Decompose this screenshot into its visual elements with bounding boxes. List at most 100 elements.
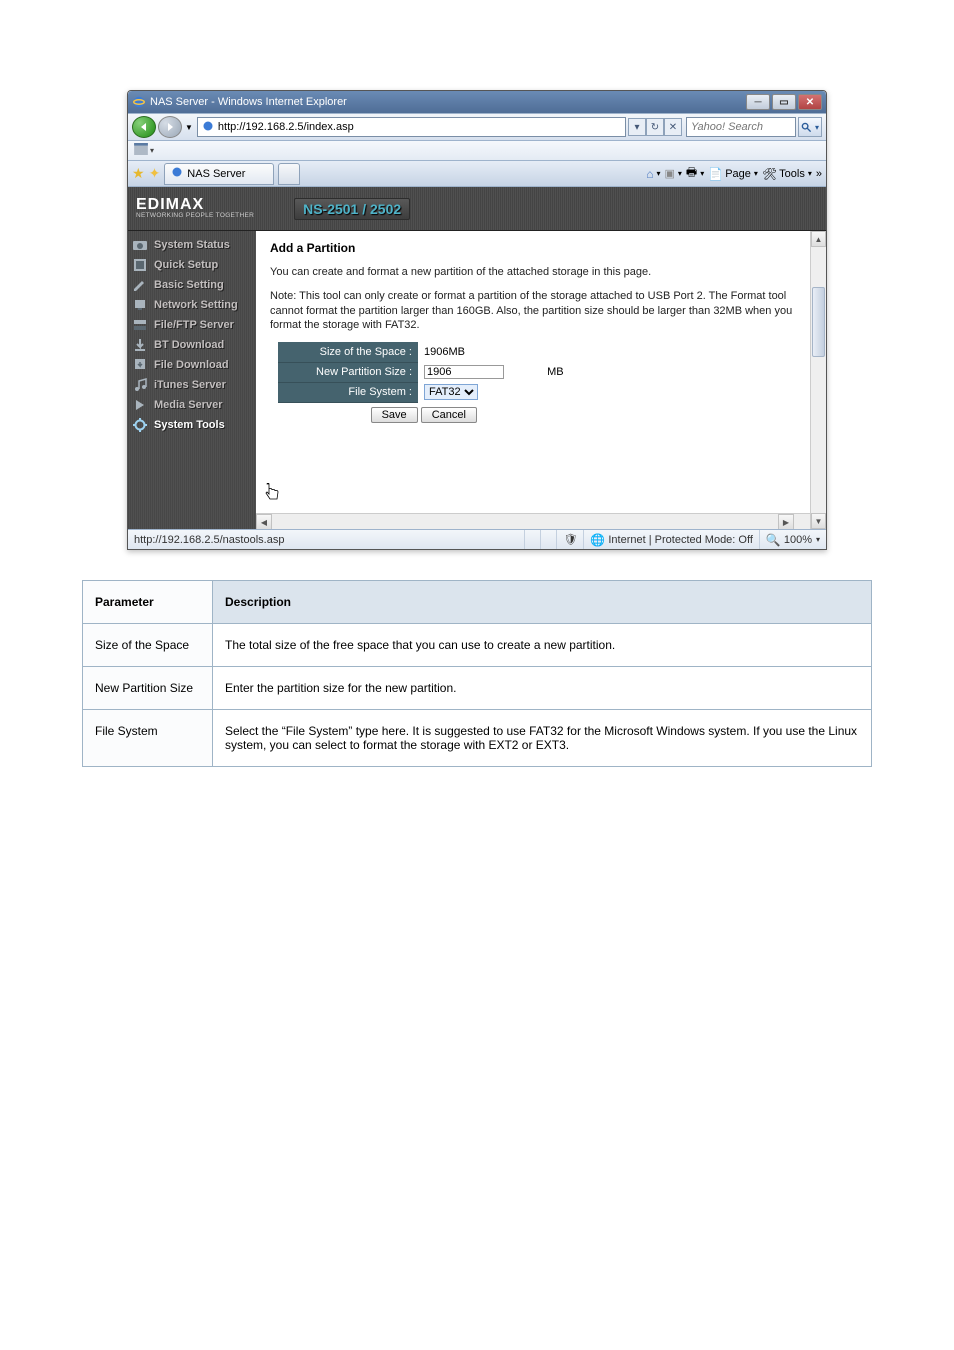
- media-icon: [132, 397, 148, 413]
- sidebar-item-label: Basic Setting: [154, 279, 224, 291]
- size-of-space-value: 1906MB: [418, 342, 570, 362]
- server-icon: [132, 317, 148, 333]
- sidebar-item-media[interactable]: Media Server: [128, 395, 256, 415]
- dashboard-icon: [132, 237, 148, 253]
- scroll-left-arrow[interactable]: ◀: [256, 514, 272, 529]
- ie-icon: [132, 95, 146, 109]
- search-button[interactable]: ▾: [798, 117, 822, 137]
- network-icon: [132, 297, 148, 313]
- maximize-button[interactable]: ▭: [772, 94, 796, 110]
- intro-text: You can create and format a new partitio…: [270, 265, 812, 279]
- scroll-down-arrow[interactable]: ▼: [811, 513, 826, 529]
- unit-label: MB: [547, 366, 564, 378]
- desc-cell: Select the “File System” type here. It i…: [213, 710, 872, 767]
- file-system-select[interactable]: FAT32: [424, 384, 478, 400]
- tools-menu[interactable]: 🛠Tools▾: [762, 167, 812, 181]
- close-button[interactable]: ✕: [798, 94, 822, 110]
- new-tab-button[interactable]: [278, 163, 300, 185]
- sidebar-item-basic-setting[interactable]: Basic Setting: [128, 275, 256, 295]
- refresh-button[interactable]: ↻: [646, 118, 664, 136]
- main-panel: Add a Partition You can create and forma…: [256, 231, 826, 529]
- size-of-space-label: Size of the Space :: [278, 342, 418, 362]
- status-pane-2: [540, 530, 556, 549]
- param-cell: New Partition Size: [83, 667, 213, 710]
- sidebar-item-label: iTunes Server: [154, 379, 226, 391]
- vertical-scrollbar[interactable]: ▲ ▼: [810, 231, 826, 529]
- sidebar-item-system-tools[interactable]: System Tools: [128, 415, 256, 435]
- parameter-table: Parameter Description Size of the Space …: [82, 580, 872, 767]
- page-title: Add a Partition: [270, 241, 812, 255]
- status-zone-pane[interactable]: 🌐 Internet | Protected Mode: Off: [583, 530, 758, 549]
- new-partition-size-input[interactable]: [424, 365, 504, 379]
- tab-label: NAS Server: [187, 168, 245, 180]
- header-parameter: Parameter: [83, 581, 213, 624]
- page-menu[interactable]: 📄Page▾: [708, 167, 758, 181]
- stop-button[interactable]: ✕: [664, 118, 682, 136]
- horizontal-scrollbar[interactable]: ◀ ▶: [256, 513, 810, 529]
- home-button[interactable]: ⌂▾: [646, 167, 660, 181]
- sidebar-item-label: Media Server: [154, 399, 222, 411]
- table-row: File System Select the “File System” typ…: [83, 710, 872, 767]
- minimize-button[interactable]: ─: [746, 94, 770, 110]
- sidebar-item-label: BT Download: [154, 339, 224, 351]
- table-row: New Partition Size Enter the partition s…: [83, 667, 872, 710]
- page-icon: [202, 120, 214, 135]
- sidebar-item-system-status[interactable]: System Status: [128, 235, 256, 255]
- tab-nas-server[interactable]: NAS Server: [164, 163, 274, 185]
- feeds-button[interactable]: ▣▾: [665, 167, 682, 180]
- param-cell: Size of the Space: [83, 624, 213, 667]
- title-bar: NAS Server - Windows Internet Explorer ─…: [128, 91, 826, 113]
- model-badge: NS-2501 / 2502: [294, 198, 410, 220]
- table-row: Size of the Space The total size of the …: [83, 624, 872, 667]
- shield-icon: 🛡: [563, 533, 577, 546]
- status-url: http://192.168.2.5/nastools.asp: [134, 534, 284, 546]
- tab-favicon: [171, 166, 183, 181]
- edit-icon: [132, 277, 148, 293]
- overflow-button[interactable]: »: [816, 168, 822, 180]
- zoom-control[interactable]: 🔍 100% ▾: [759, 530, 826, 549]
- sidebar-item-label: File Download: [154, 359, 229, 371]
- file-download-icon: [132, 357, 148, 373]
- back-button[interactable]: [132, 116, 156, 138]
- sidebar-item-label: System Tools: [154, 419, 225, 431]
- status-security-pane: 🛡: [556, 530, 583, 549]
- save-button[interactable]: Save: [371, 407, 418, 423]
- header-description: Description: [213, 581, 872, 624]
- sidebar-item-quick-setup[interactable]: Quick Setup: [128, 255, 256, 275]
- print-button[interactable]: 🖶▾: [686, 163, 704, 184]
- zoom-icon: 🔍: [766, 533, 781, 547]
- sidebar-item-file-download[interactable]: File Download: [128, 355, 256, 375]
- scroll-up-arrow[interactable]: ▲: [811, 231, 826, 247]
- sidebar-item-itunes[interactable]: iTunes Server: [128, 375, 256, 395]
- sidebar-item-label: Network Setting: [154, 299, 238, 311]
- sidebar-item-label: File/FTP Server: [154, 319, 234, 331]
- sidebar-item-file-ftp[interactable]: File/FTP Server: [128, 315, 256, 335]
- sidebar-item-network-setting[interactable]: Network Setting: [128, 295, 256, 315]
- cancel-button[interactable]: Cancel: [421, 407, 477, 423]
- url-dropdown[interactable]: ▾: [628, 118, 646, 136]
- globe-icon: 🌐: [590, 533, 605, 547]
- favorites-icon[interactable]: ★: [132, 165, 145, 182]
- status-pane-1: [524, 530, 540, 549]
- scroll-thumb[interactable]: [812, 287, 825, 357]
- links-icon[interactable]: [134, 143, 148, 158]
- desc-cell: The total size of the free space that yo…: [213, 624, 872, 667]
- sidebar-item-label: System Status: [154, 239, 230, 251]
- sidebar-item-bt-download[interactable]: BT Download: [128, 335, 256, 355]
- search-input[interactable]: [686, 117, 796, 137]
- add-favorites-icon[interactable]: ✦: [149, 165, 161, 182]
- file-system-label: File System :: [278, 382, 418, 402]
- tab-bar: ★ ✦ NAS Server ⌂▾ ▣▾ 🖶▾ 📄Page▾ 🛠Tools▾ »: [128, 161, 826, 187]
- window-title: NAS Server - Windows Internet Explorer: [150, 96, 347, 108]
- ie-window: NAS Server - Windows Internet Explorer ─…: [127, 90, 827, 550]
- address-input[interactable]: [218, 121, 621, 133]
- desc-cell: Enter the partition size for the new par…: [213, 667, 872, 710]
- scroll-right-arrow[interactable]: ▶: [778, 514, 794, 529]
- param-cell: File System: [83, 710, 213, 767]
- links-dropdown[interactable]: ▾: [150, 146, 154, 155]
- nav-history-dropdown[interactable]: ▼: [185, 123, 193, 132]
- url-field[interactable]: [197, 117, 626, 137]
- forward-button[interactable]: [158, 116, 182, 138]
- brand-name: EDIMAX: [136, 197, 254, 214]
- sidebar-item-label: Quick Setup: [154, 259, 218, 271]
